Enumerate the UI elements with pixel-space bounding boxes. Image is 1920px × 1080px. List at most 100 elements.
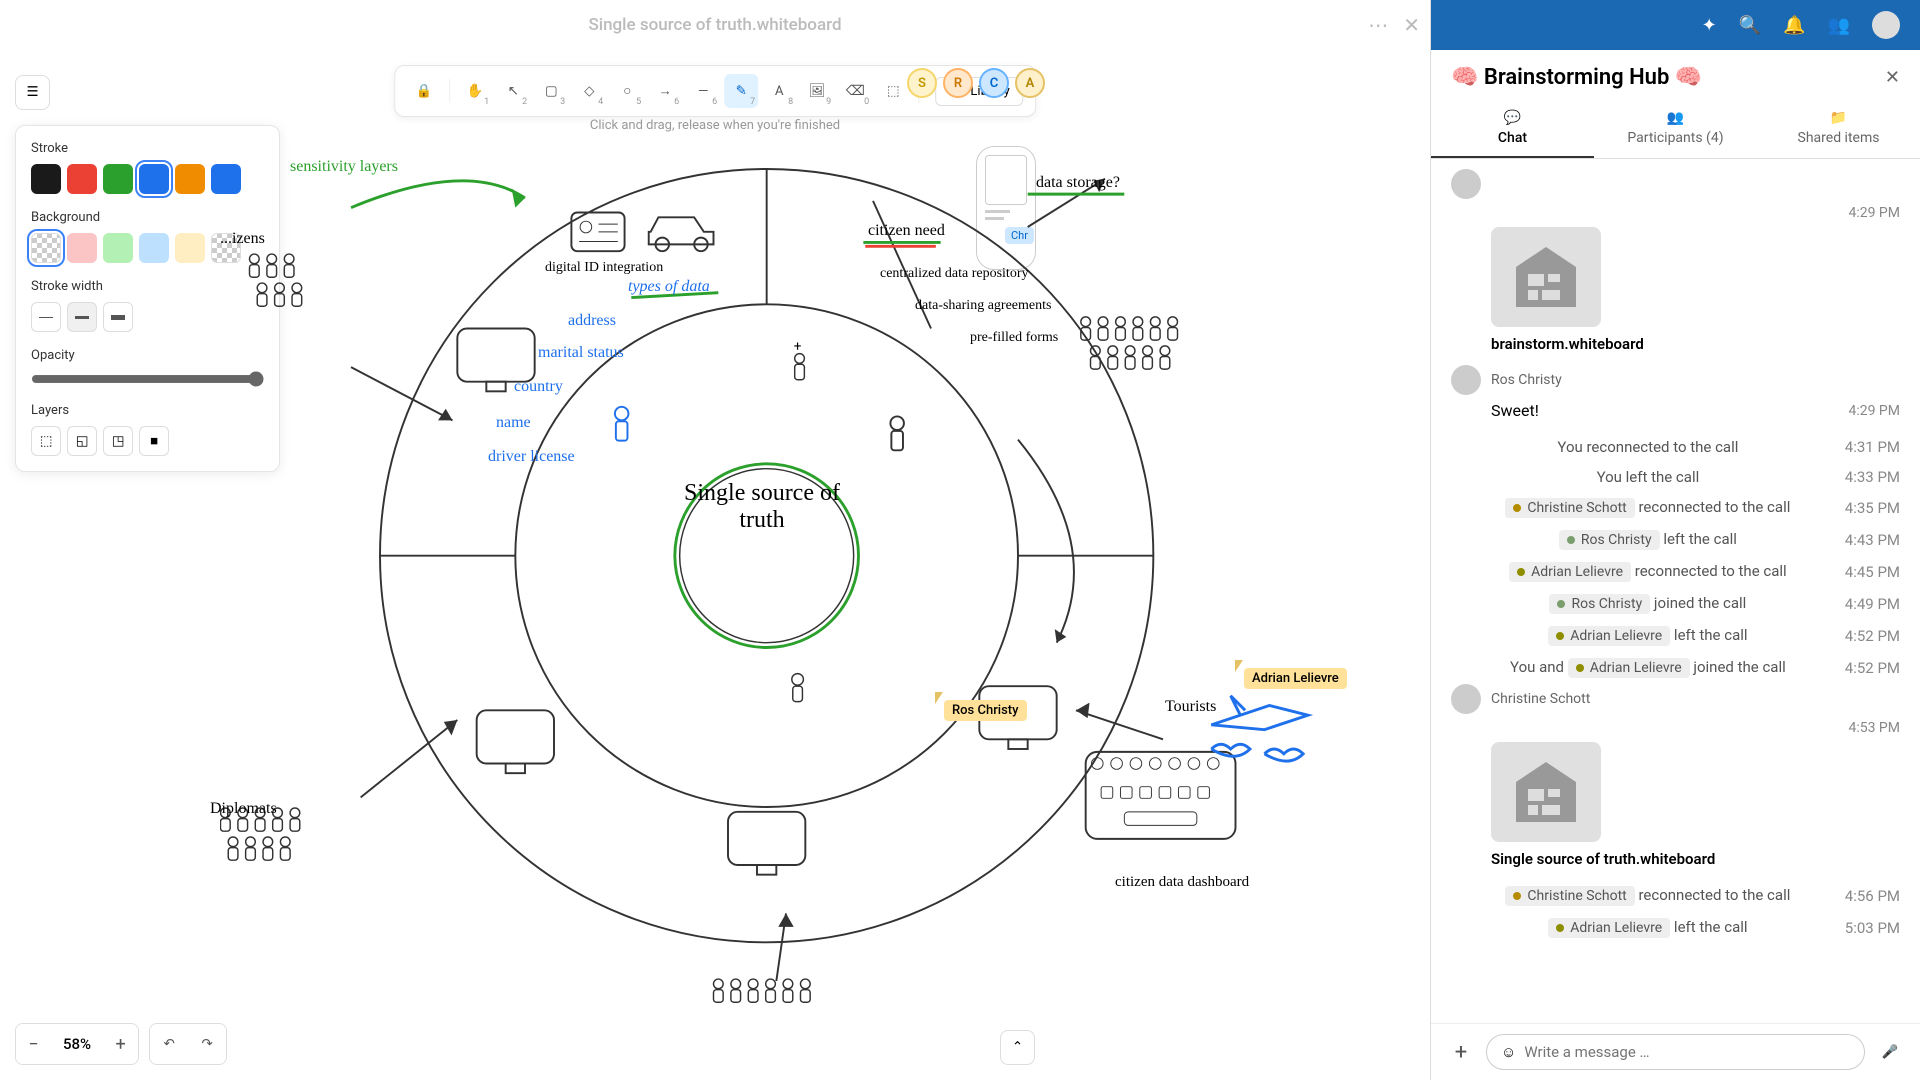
tab-participants[interactable]: 👥Participants (4) [1594, 100, 1757, 158]
tab-chat-label: Chat [1498, 130, 1527, 146]
eraser-tool[interactable]: ⌫0 [838, 74, 872, 108]
arrow-tool[interactable]: →6 [648, 74, 682, 108]
chat-message: Ros Christy Sweet! 4:29 PM [1451, 365, 1900, 420]
cursor-ros-label: Ros Christy [944, 700, 1027, 721]
scroll-up-button[interactable]: ⌃ [1000, 1030, 1035, 1065]
annotation-country: country [514, 378, 563, 396]
chat-message: 4:29 PM brainstorm.whiteboard [1451, 169, 1900, 353]
avatar-r[interactable]: R [943, 68, 973, 98]
stroke-color-1[interactable] [67, 164, 97, 194]
avatar-s[interactable]: S [907, 68, 937, 98]
line-tool[interactable]: —6 [686, 74, 720, 108]
profile-avatar[interactable] [1872, 11, 1900, 39]
undo-button[interactable]: ↶ [150, 1024, 188, 1064]
layer-forward[interactable]: ◳ [103, 426, 133, 456]
bg-color-4[interactable] [175, 233, 205, 263]
bg-color-2[interactable] [103, 233, 133, 263]
stroke-width-medium[interactable] [67, 302, 97, 332]
annotation-address: address [568, 312, 616, 330]
msg-time: 4:33 PM [1845, 468, 1900, 486]
user-chip: Christine Schott [1505, 886, 1634, 906]
close-icon[interactable]: ✕ [1403, 13, 1420, 37]
search-icon[interactable]: 🔍 [1739, 15, 1761, 36]
avatar-icon [1451, 169, 1481, 199]
msg-time: 4:52 PM [1845, 627, 1900, 645]
annotation-data-sharing: data-sharing agreements [915, 298, 1051, 314]
annotation-sensitivity: sensitivity layers [290, 158, 398, 176]
user-chip: Adrian Lelievre [1509, 562, 1631, 582]
cursor-adrian [1235, 660, 1243, 672]
sparkle-icon[interactable]: ✦ [1702, 15, 1717, 36]
stroke-color-3[interactable] [139, 164, 169, 194]
draw-tool[interactable]: ✎7 [724, 74, 758, 108]
annotation-centralized: centralized data repository [880, 266, 1028, 282]
redo-button[interactable]: ↷ [188, 1024, 226, 1064]
emoji-icon[interactable]: ☺ [1501, 1043, 1516, 1061]
bell-icon[interactable]: 🔔 [1783, 15, 1805, 36]
zoom-level: 58% [51, 1035, 103, 1053]
stroke-width-thick[interactable] [103, 302, 133, 332]
avatar-icon [1451, 365, 1481, 395]
stroke-color-4[interactable] [175, 164, 205, 194]
mic-button[interactable]: 🎤 [1875, 1037, 1905, 1067]
avatar-a[interactable]: A [1015, 68, 1045, 98]
msg-time: 4:31 PM [1845, 438, 1900, 456]
text-tool[interactable]: A8 [762, 74, 796, 108]
annotation-diplomats: Diplomats [210, 800, 277, 818]
diamond-tool[interactable]: ◇4 [572, 74, 606, 108]
page-title: Single source of truth.whiteboard [588, 15, 841, 35]
cursor-adrian-label: Adrian Lelievre [1244, 668, 1347, 689]
stroke-color-2[interactable] [103, 164, 133, 194]
frame-tool[interactable]: ⬚ [876, 74, 910, 108]
lock-tool[interactable]: 🔒 [407, 74, 441, 108]
image-tool[interactable]: 🖼9 [800, 74, 834, 108]
annotation-pre-filled: pre-filled forms [970, 330, 1058, 346]
system-message: Ros Christy left the call4:43 PM [1451, 524, 1900, 556]
msg-time: 4:56 PM [1845, 887, 1900, 905]
more-icon[interactable]: ⋯ [1368, 13, 1388, 37]
layer-back[interactable]: ⬚ [31, 426, 61, 456]
attachment[interactable]: Single source of truth.whiteboard [1491, 742, 1900, 868]
contacts-icon[interactable]: 👥 [1828, 15, 1850, 36]
attachment-name: Single source of truth.whiteboard [1491, 850, 1900, 868]
annotation-citizen-need: citizen need [868, 222, 945, 240]
bg-color-0[interactable] [31, 233, 61, 263]
menu-button[interactable]: ☰ [15, 75, 50, 110]
bg-color-1[interactable] [67, 233, 97, 263]
bg-color-3[interactable] [139, 233, 169, 263]
avatar-c[interactable]: C [979, 68, 1009, 98]
hand-tool[interactable]: ✋1 [458, 74, 492, 108]
attachment-name: brainstorm.whiteboard [1491, 335, 1900, 353]
zoom-in-button[interactable]: + [103, 1024, 138, 1064]
ellipse-tool[interactable]: ○5 [610, 74, 644, 108]
layer-front[interactable]: ■ [139, 426, 169, 456]
user-chip: Adrian Lelievre [1548, 918, 1670, 938]
annotation-name: name [496, 414, 531, 432]
stroke-width-thin[interactable] [31, 302, 61, 332]
msg-time: 4:45 PM [1845, 563, 1900, 581]
chat-close-icon[interactable]: ✕ [1885, 67, 1900, 88]
msg-time: 4:29 PM [1848, 403, 1900, 419]
system-message: You left the call4:33 PM [1451, 462, 1900, 492]
user-chip: Christine Schott [1505, 498, 1634, 518]
layer-backward[interactable]: ◱ [67, 426, 97, 456]
tab-shared[interactable]: 📁Shared items [1757, 100, 1920, 158]
system-message: You reconnected to the call4:31 PM [1451, 432, 1900, 462]
msg-text: Sweet! [1491, 401, 1539, 420]
hint-text: Click and drag, release when you're fini… [590, 118, 840, 133]
message-input[interactable] [1524, 1043, 1850, 1061]
msg-time: 4:29 PM [1848, 205, 1900, 221]
select-tool[interactable]: ↖2 [496, 74, 530, 108]
msg-author: Ros Christy [1491, 372, 1562, 388]
stroke-color-0[interactable] [31, 164, 61, 194]
attachment[interactable]: brainstorm.whiteboard [1491, 227, 1900, 353]
zoom-out-button[interactable]: − [16, 1024, 51, 1064]
rectangle-tool[interactable]: ▢3 [534, 74, 568, 108]
system-message: Christine Schott reconnected to the call… [1451, 880, 1900, 912]
msg-time: 4:53 PM [1848, 720, 1900, 736]
tab-chat[interactable]: 💬Chat [1431, 100, 1594, 158]
whiteboard-canvas[interactable]: + [220, 140, 1410, 1010]
tab-shared-label: Shared items [1798, 130, 1880, 146]
user-chip: Adrian Lelievre [1568, 658, 1690, 678]
add-attachment-button[interactable]: + [1446, 1037, 1476, 1067]
